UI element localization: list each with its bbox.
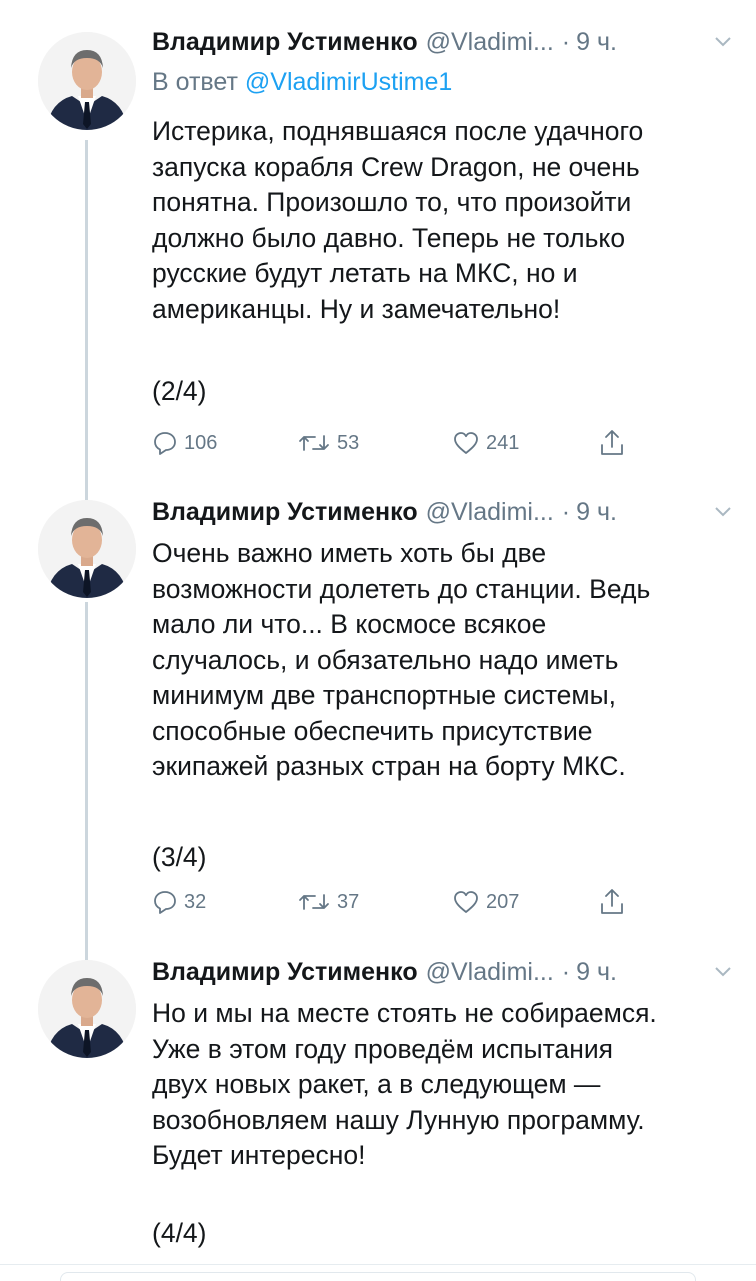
tweet-text-line: Но и мы на месте стоять не собираемся. bbox=[152, 998, 657, 1028]
retweet-count: 53 bbox=[337, 431, 360, 454]
tweet-text-line: мало ли что... В космосе всякое bbox=[152, 609, 547, 639]
author-name[interactable]: Владимир Устименко bbox=[152, 498, 418, 527]
tweet-text-line: Уже в этом году проведём испытания bbox=[152, 1033, 613, 1064]
heart-icon bbox=[454, 432, 478, 454]
tweet-text-line: способные обеспечить присутствие bbox=[152, 715, 593, 746]
tweet-text-line: двух новых ракет, а в следующем — bbox=[152, 1069, 601, 1099]
tweet-text-line: экипажей разных стран на борту МКС. bbox=[152, 751, 626, 781]
avatar[interactable] bbox=[38, 500, 136, 598]
share-icon bbox=[601, 889, 623, 914]
tweet-text: Истерика, поднявшаяся после удачного зап… bbox=[152, 114, 737, 327]
chevron-down-icon[interactable] bbox=[710, 499, 736, 525]
thread-part-label: (4/4) bbox=[152, 1218, 207, 1248]
reply-button[interactable]: 106 bbox=[152, 425, 217, 461]
tweet[interactable]: Владимир Устименко @Vladimi... · 9 ч. В … bbox=[0, 0, 756, 480]
share-button[interactable] bbox=[598, 884, 626, 920]
tweet-header: Владимир Устименко @Vladimi... · 9 ч. bbox=[152, 24, 736, 60]
reply-prefix: В ответ bbox=[152, 68, 238, 96]
tweet-header: Владимир Устименко @Vladimi... · 9 ч. bbox=[152, 954, 736, 990]
timestamp[interactable]: 9 ч. bbox=[576, 498, 617, 527]
avatar[interactable] bbox=[38, 32, 136, 130]
tweet-text-line: запуска корабля Crew Dragon, не очень bbox=[152, 151, 640, 182]
tweet-text-line: возможности долететь до станции. Ведь bbox=[152, 573, 651, 604]
tweet-text-line: Истерика, поднявшаяся после удачного bbox=[152, 116, 644, 146]
tweet-actions: 106 53 241 bbox=[152, 425, 632, 461]
thread-part-label: (3/4) bbox=[152, 842, 207, 872]
chevron-down-icon[interactable] bbox=[710, 29, 736, 55]
tweet-text-line: русские будут летать на МКС, но и bbox=[152, 258, 578, 288]
tweet-text: Но и мы на месте стоять не собираемся. У… bbox=[152, 996, 737, 1174]
heart-icon bbox=[454, 891, 478, 913]
tweet-text: Очень важно иметь хоть бы две возможност… bbox=[152, 536, 737, 785]
separator: · bbox=[561, 27, 571, 56]
tweet-text-line: американцы. Ну и замечательно! bbox=[152, 293, 561, 324]
reply-count: 32 bbox=[184, 890, 207, 913]
reply-context: В ответ @VladimirUstime1 bbox=[152, 68, 452, 97]
separator: · bbox=[561, 957, 571, 986]
separator: · bbox=[561, 497, 571, 526]
chevron-down-icon[interactable] bbox=[710, 959, 736, 985]
tweet-text-line: Будет интересно! bbox=[152, 1140, 366, 1170]
tweet-text-line: должно было давно. Теперь не только bbox=[152, 222, 626, 253]
reply-icon bbox=[154, 432, 176, 455]
tweet[interactable]: Владимир Устименко @Vladimi... · 9 ч. Оч… bbox=[0, 480, 756, 940]
reply-mention-link[interactable]: @VladimirUstime1 bbox=[245, 68, 452, 96]
share-icon bbox=[601, 430, 623, 455]
tweet-header: Владимир Устименко @Vladimi... · 9 ч. bbox=[152, 494, 736, 530]
like-count: 207 bbox=[486, 890, 520, 913]
like-count: 241 bbox=[486, 431, 520, 454]
like-button[interactable]: 207 bbox=[452, 884, 519, 920]
author-name[interactable]: Владимир Устименко bbox=[152, 958, 418, 987]
thread-part-label: (2/4) bbox=[152, 376, 207, 406]
tweet-actions: 32 37 207 bbox=[152, 884, 632, 920]
retweet-button[interactable]: 53 bbox=[297, 425, 359, 461]
reply-icon bbox=[154, 891, 176, 914]
tweet-text-line: Очень важно иметь хоть бы две bbox=[152, 538, 547, 568]
author-name[interactable]: Владимир Устименко bbox=[152, 28, 418, 57]
tweet-text-line: случалось, и обязательно надо иметь bbox=[152, 644, 619, 675]
retweet-icon bbox=[299, 894, 329, 910]
tweet-text-line: минимум две транспортные системы, bbox=[152, 680, 617, 710]
retweet-count: 37 bbox=[337, 890, 360, 913]
retweet-icon bbox=[299, 435, 329, 451]
divider bbox=[0, 1264, 756, 1265]
like-button[interactable]: 241 bbox=[452, 425, 519, 461]
author-handle[interactable]: @Vladimi... bbox=[426, 498, 554, 527]
timestamp[interactable]: 9 ч. bbox=[576, 28, 617, 57]
author-handle[interactable]: @Vladimi... bbox=[426, 958, 554, 987]
reply-button[interactable]: 32 bbox=[152, 884, 206, 920]
tweet-text-line: возобновляем нашу Лунную программу. bbox=[152, 1104, 645, 1135]
reply-count: 106 bbox=[184, 431, 218, 454]
author-handle[interactable]: @Vladimi... bbox=[426, 28, 554, 57]
tweet-text-line: понятна. Произошло то, что произойти bbox=[152, 187, 632, 217]
share-button[interactable] bbox=[598, 425, 626, 461]
tweet[interactable]: Владимир Устименко @Vladimi... · 9 ч. Но… bbox=[0, 940, 756, 1260]
avatar[interactable] bbox=[38, 960, 136, 1058]
timestamp[interactable]: 9 ч. bbox=[576, 958, 617, 987]
retweet-button[interactable]: 37 bbox=[297, 884, 359, 920]
